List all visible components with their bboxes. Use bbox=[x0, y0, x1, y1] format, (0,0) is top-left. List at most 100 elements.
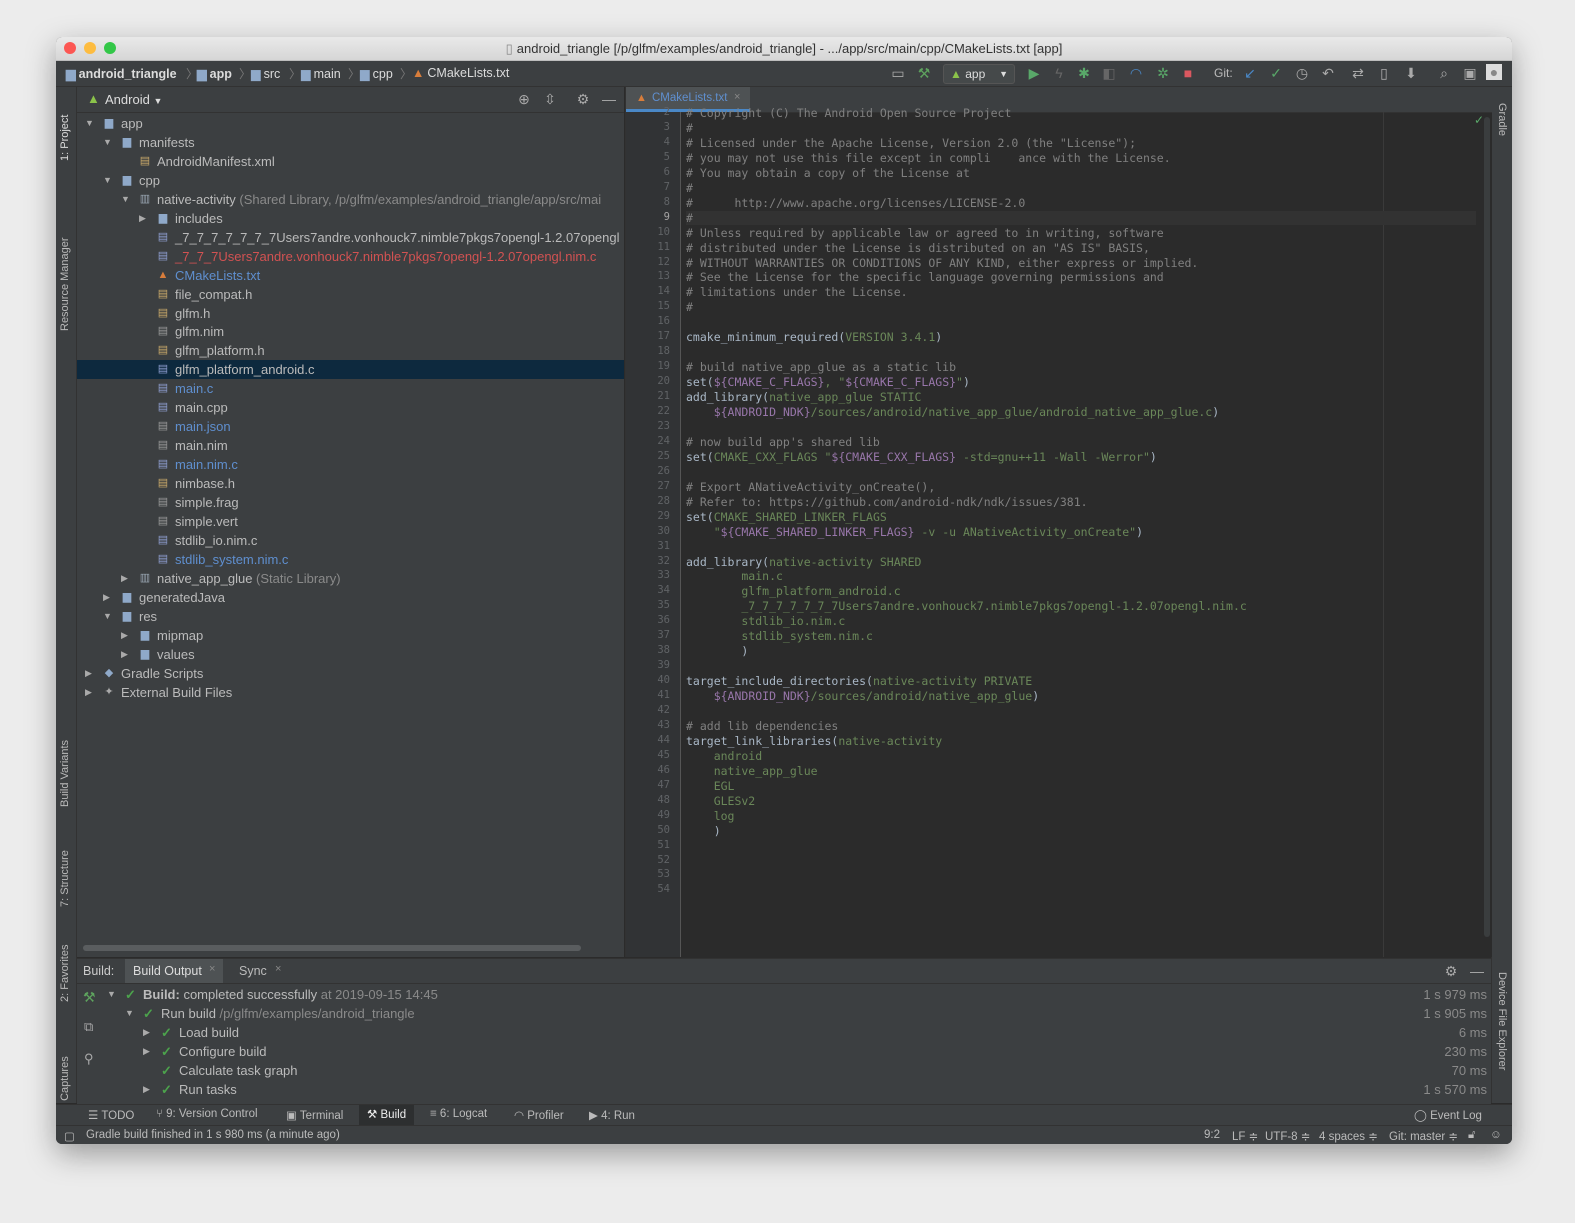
inspector-icon[interactable]: ☺ bbox=[1490, 1129, 1502, 1141]
build-variants-tab[interactable]: Build Variants bbox=[59, 677, 71, 807]
tree-item[interactable]: ▤ glfm_platform_android.c bbox=[77, 360, 624, 380]
sdk-manager-icon[interactable]: ⬇ bbox=[1401, 64, 1421, 82]
chevron-right-icon[interactable]: ▶ bbox=[143, 1042, 150, 1061]
chevron-down-icon[interactable]: ▼ bbox=[125, 1004, 134, 1023]
profile-icon[interactable]: ◠ bbox=[1126, 64, 1146, 82]
tree-item[interactable]: ▼ ▆ manifests bbox=[77, 133, 624, 152]
search-icon[interactable]: ⌕ bbox=[1434, 64, 1454, 82]
tree-item[interactable]: ▤ file_compat.h bbox=[77, 285, 624, 304]
avd-manager-icon[interactable]: ▯ bbox=[1374, 64, 1394, 82]
logcat-tab[interactable]: ≡ 6: Logcat bbox=[430, 1108, 487, 1120]
tree-item[interactable]: ▤ main.nim.c bbox=[77, 455, 624, 474]
favorites-tab[interactable]: 2: Favorites bbox=[59, 922, 71, 1002]
layout-icon[interactable]: ▭ bbox=[888, 64, 908, 82]
chevron-right-icon[interactable]: ▶ bbox=[121, 569, 128, 588]
tab-build-output[interactable]: Build Output × bbox=[125, 959, 223, 983]
tree-item[interactable]: ▼ ▥ native-activity (Shared Library, /p/gl… bbox=[77, 190, 624, 209]
chevron-right-icon[interactable]: ▶ bbox=[103, 588, 110, 607]
tree-item[interactable]: ▶ ▆ mipmap bbox=[77, 626, 624, 645]
terminal-tab[interactable]: ▣ Terminal bbox=[286, 1108, 343, 1122]
build-row[interactable]: ▶ ✓ Configure build 230 ms bbox=[77, 1042, 1491, 1061]
gradle-tab[interactable]: Gradle bbox=[1496, 103, 1508, 163]
git-branch[interactable]: Git: master ≑ bbox=[1389, 1129, 1458, 1143]
build-row[interactable]: ▼ ✓ Build: completed successfully at 2019-… bbox=[77, 985, 1491, 1004]
close-icon[interactable]: × bbox=[734, 91, 740, 103]
tree-item[interactable]: ▤ nimbase.h bbox=[77, 474, 624, 493]
tree-item[interactable]: ▤ glfm_platform.h bbox=[77, 341, 624, 360]
lock-icon[interactable]: 🔓︎ bbox=[1468, 1129, 1475, 1142]
tree-item[interactable]: ▤ main.c bbox=[77, 379, 624, 398]
tree-item[interactable]: ▼ ▆ res bbox=[77, 607, 624, 626]
build-tab[interactable]: ⚒ Build bbox=[359, 1105, 415, 1125]
debug-icon[interactable]: ✱ bbox=[1074, 64, 1094, 82]
tree-item[interactable]: ▤ simple.frag bbox=[77, 493, 624, 512]
git-update-icon[interactable]: ↙ bbox=[1240, 64, 1260, 82]
line-separator[interactable]: LF ≑ bbox=[1232, 1129, 1258, 1143]
profiler-tab[interactable]: ◠ Profiler bbox=[514, 1108, 564, 1122]
build-row[interactable]: ▼ ✓ Run build /p/glfm/examples/android_tri… bbox=[77, 1004, 1491, 1023]
tree-item[interactable]: ▤ glfm.h bbox=[77, 304, 624, 323]
build-row[interactable]: ▶ ✓ Run tasks 1 s 570 ms bbox=[77, 1080, 1491, 1099]
status-message[interactable]: Gradle build finished in 1 s 980 ms (a m… bbox=[86, 1129, 340, 1141]
tree-item[interactable]: ▤ stdlib_io.nim.c bbox=[77, 531, 624, 550]
gear-icon[interactable]: ⚙ bbox=[1441, 962, 1461, 980]
tree-item[interactable]: ▤ AndroidManifest.xml bbox=[77, 152, 624, 171]
project-tool-tab[interactable]: 1: Project bbox=[59, 95, 71, 161]
tree-item[interactable]: ▶ ▥ native_app_glue (Static Library) bbox=[77, 569, 624, 588]
collapse-all-icon[interactable]: ⇳ bbox=[540, 90, 560, 108]
hammer-icon[interactable]: ⚒ bbox=[914, 64, 934, 82]
tree-item[interactable]: ▶ ▆ values bbox=[77, 645, 624, 664]
tree-item[interactable]: ▤ main.json bbox=[77, 417, 624, 436]
close-icon[interactable]: × bbox=[275, 963, 281, 975]
breadcrumb-cpp[interactable]: ▆ cpp bbox=[360, 66, 393, 81]
revert-icon[interactable]: ↶ bbox=[1318, 64, 1338, 82]
tab-sync[interactable]: Sync × bbox=[229, 959, 289, 983]
breadcrumb-project[interactable]: ▆ android_triangle bbox=[66, 66, 177, 81]
hide-panel-icon[interactable]: — bbox=[599, 90, 619, 108]
chevron-right-icon[interactable]: ▶ bbox=[143, 1080, 150, 1099]
indent-setting[interactable]: 4 spaces ≑ bbox=[1319, 1129, 1378, 1143]
run-tab[interactable]: ▶ 4: Run bbox=[589, 1108, 635, 1122]
tree-item[interactable]: ▶ ◆ Gradle Scripts bbox=[77, 664, 624, 683]
vertical-scrollbar[interactable] bbox=[1484, 117, 1490, 937]
tree-item[interactable]: ▶ ▆ generatedJava bbox=[77, 588, 624, 607]
todo-tab[interactable]: ☰ TODO bbox=[88, 1108, 134, 1122]
apply-changes-icon[interactable]: ϟ bbox=[1049, 64, 1069, 82]
device-file-explorer-tab[interactable]: Device File Explorer bbox=[1496, 972, 1508, 1102]
view-mode-select[interactable]: Android ▼ bbox=[105, 92, 162, 107]
tree-item[interactable]: ▤ main.cpp bbox=[77, 398, 624, 417]
locate-icon[interactable]: ⊕ bbox=[514, 90, 534, 108]
event-log-tab[interactable]: ◯ Event Log bbox=[1414, 1108, 1482, 1122]
tree-item[interactable]: ▤ main.nim bbox=[77, 436, 624, 455]
caret-position[interactable]: 9:2 bbox=[1204, 1129, 1220, 1141]
chevron-right-icon[interactable]: ▶ bbox=[139, 209, 146, 228]
project-structure-icon[interactable]: ▣ bbox=[1460, 64, 1480, 82]
chevron-right-icon[interactable]: ▶ bbox=[121, 626, 128, 645]
toggle-tool-windows-icon[interactable]: ▢ bbox=[64, 1129, 75, 1143]
chevron-right-icon[interactable]: ▶ bbox=[121, 645, 128, 664]
breadcrumb-src[interactable]: ▆ src bbox=[251, 66, 280, 81]
run-config-select[interactable]: ▲ app ▼ bbox=[943, 64, 1015, 84]
attach-debugger-icon[interactable]: ◧ bbox=[1099, 64, 1119, 82]
hide-panel-icon[interactable]: — bbox=[1467, 962, 1487, 980]
sync-gradle-icon[interactable]: ⇄ bbox=[1348, 64, 1368, 82]
horizontal-scrollbar[interactable] bbox=[83, 945, 581, 951]
chevron-down-icon[interactable]: ▼ bbox=[103, 171, 112, 190]
chevron-down-icon[interactable]: ▼ bbox=[107, 985, 116, 1004]
chevron-right-icon[interactable]: ▶ bbox=[85, 683, 92, 702]
tree-item[interactable]: ▤ simple.vert bbox=[77, 512, 624, 531]
stop-icon[interactable]: ■ bbox=[1178, 64, 1198, 82]
build-row[interactable]: ✓ Calculate task graph 70 ms bbox=[77, 1061, 1491, 1080]
breadcrumb-file[interactable]: ▲ CMakeLists.txt bbox=[412, 66, 509, 80]
tree-item[interactable]: ▤ glfm.nim bbox=[77, 322, 624, 341]
build-row[interactable]: ▶ ✓ Load build 6 ms bbox=[77, 1023, 1491, 1042]
chevron-right-icon[interactable]: ▶ bbox=[85, 664, 92, 683]
tree-item[interactable]: ▶ ▆ includes bbox=[77, 209, 624, 228]
tree-item[interactable]: ▤ _7_7_7Users7andre.vonhouck7.nimble7pkgs… bbox=[77, 247, 624, 266]
git-commit-icon[interactable]: ✓ bbox=[1266, 64, 1286, 82]
chevron-down-icon[interactable]: ▼ bbox=[121, 190, 130, 209]
tree-item[interactable]: ▤ _7_7_7_7_7_7_7Users7andre.vonhouck7.nim… bbox=[77, 228, 624, 247]
tree-item[interactable]: ▤ stdlib_system.nim.c bbox=[77, 550, 624, 569]
breadcrumb-main[interactable]: ▆ main bbox=[301, 66, 341, 81]
chevron-down-icon[interactable]: ▼ bbox=[85, 114, 94, 133]
